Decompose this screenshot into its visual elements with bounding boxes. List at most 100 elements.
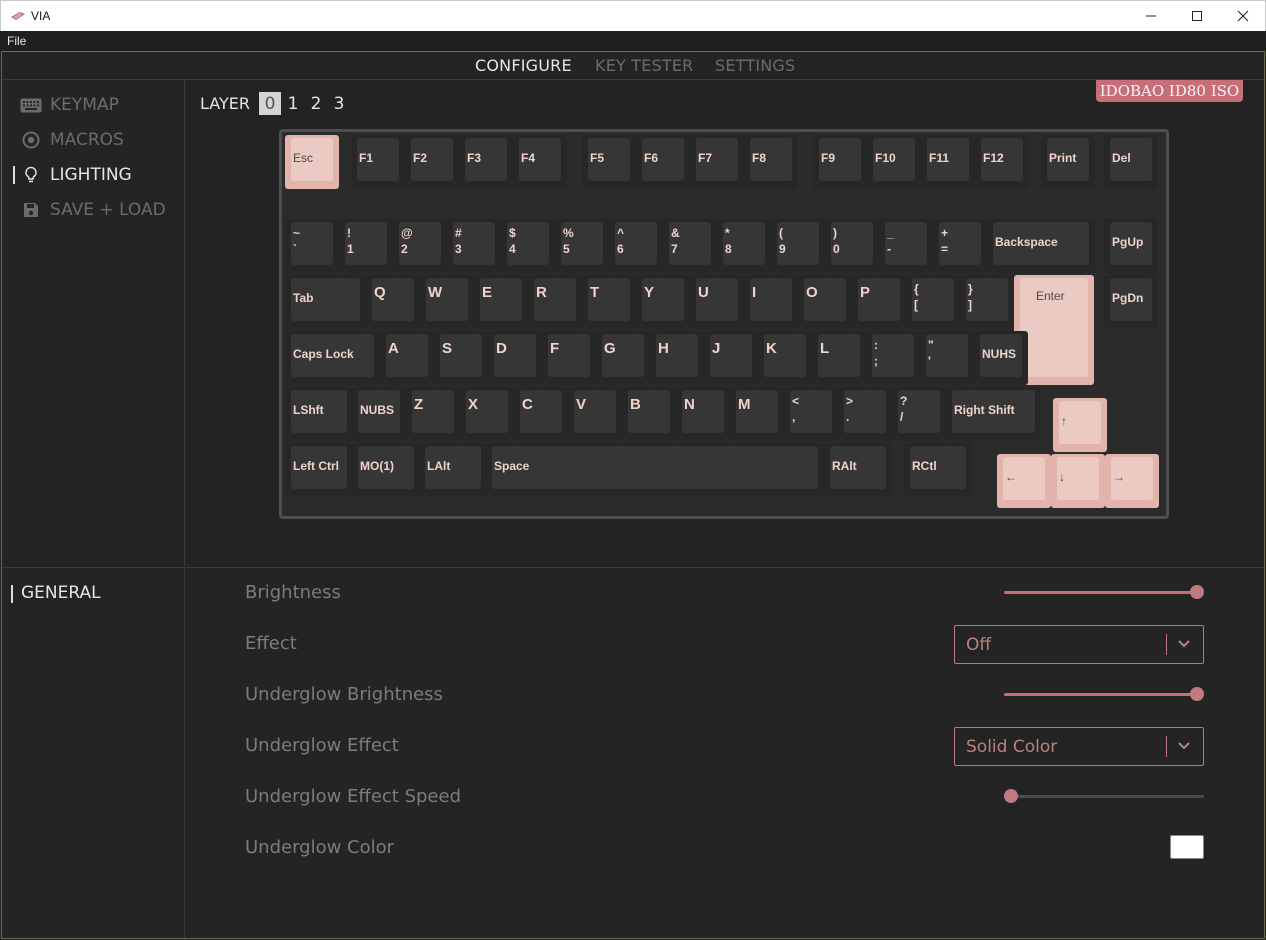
key-p[interactable]: P <box>852 275 906 329</box>
underglow-effect-select[interactable]: Solid Color <box>954 727 1204 766</box>
slider-thumb[interactable] <box>1190 687 1204 701</box>
key-v[interactable]: V <box>568 387 622 441</box>
key-f4[interactable]: F4 <box>513 135 567 189</box>
key-3[interactable]: # 3 <box>447 219 501 273</box>
key-lalt[interactable]: LAlt <box>419 443 487 497</box>
key-ralt[interactable]: RAlt <box>824 443 892 497</box>
close-button[interactable] <box>1220 1 1266 31</box>
key-nubs[interactable]: NUBS <box>352 387 406 441</box>
menu-item-lighting[interactable]: LIGHTING <box>20 163 132 187</box>
key-f1[interactable]: F1 <box>351 135 405 189</box>
key-a[interactable]: A <box>380 331 434 385</box>
key-esc[interactable]: Esc <box>285 135 339 189</box>
menu-item-keymap[interactable]: KEYMAP <box>20 93 119 117</box>
tab-configure[interactable]: CONFIGURE <box>475 56 572 75</box>
key-8[interactable]: * 8 <box>717 219 771 273</box>
key-5[interactable]: % 5 <box>555 219 609 273</box>
key-symbol[interactable]: < , <box>784 387 838 441</box>
key-9[interactable]: ( 9 <box>771 219 825 273</box>
effect-select[interactable]: Off <box>954 625 1204 664</box>
key-f5[interactable]: F5 <box>582 135 636 189</box>
key-z[interactable]: Z <box>406 387 460 441</box>
key-symbol[interactable]: " ' <box>920 331 974 385</box>
key-symbol[interactable]: ? / <box>892 387 946 441</box>
key-g[interactable]: G <box>596 331 650 385</box>
key-f8[interactable]: F8 <box>744 135 798 189</box>
key-d[interactable]: D <box>488 331 542 385</box>
underglow-effect-speed-slider[interactable] <box>1004 789 1204 805</box>
key-l[interactable]: L <box>812 331 866 385</box>
key-k[interactable]: K <box>758 331 812 385</box>
key-x[interactable]: X <box>460 387 514 441</box>
key-f6[interactable]: F6 <box>636 135 690 189</box>
key-f11[interactable]: F11 <box>921 135 975 189</box>
key-2[interactable]: @ 2 <box>393 219 447 273</box>
key-f2[interactable]: F2 <box>405 135 459 189</box>
key-f10[interactable]: F10 <box>867 135 921 189</box>
key-tab[interactable]: Tab <box>285 275 366 329</box>
tab-settings[interactable]: SETTINGS <box>715 56 795 75</box>
key-symbol[interactable]: _ - <box>879 219 933 273</box>
key-left-ctrl[interactable]: Left Ctrl <box>285 443 353 497</box>
key-6[interactable]: ^ 6 <box>609 219 663 273</box>
key-symbol[interactable]: ← <box>997 454 1051 508</box>
key-c[interactable]: C <box>514 387 568 441</box>
key-r[interactable]: R <box>528 275 582 329</box>
key-m[interactable]: M <box>730 387 784 441</box>
key-right-shift[interactable]: Right Shift <box>946 387 1041 441</box>
key-y[interactable]: Y <box>636 275 690 329</box>
key-7[interactable]: & 7 <box>663 219 717 273</box>
layer-2-button[interactable]: 2 <box>305 92 327 115</box>
key-1[interactable]: ! 1 <box>339 219 393 273</box>
key-del[interactable]: Del <box>1104 135 1158 189</box>
key-symbol[interactable]: } ] <box>960 275 1014 329</box>
key-0[interactable]: ) 0 <box>825 219 879 273</box>
key-n[interactable]: N <box>676 387 730 441</box>
underglow-brightness-slider[interactable] <box>1004 687 1204 703</box>
key-mo-1[interactable]: MO(1) <box>352 443 420 497</box>
key-symbol[interactable]: { [ <box>906 275 960 329</box>
key-b[interactable]: B <box>622 387 676 441</box>
key-t[interactable]: T <box>582 275 636 329</box>
underglow-color-swatch[interactable] <box>1170 835 1204 859</box>
key-symbol[interactable]: : ; <box>866 331 920 385</box>
key-pgdn[interactable]: PgDn <box>1104 275 1158 329</box>
menu-file[interactable]: File <box>7 34 26 48</box>
key-f9[interactable]: F9 <box>813 135 867 189</box>
key-f3[interactable]: F3 <box>459 135 513 189</box>
slider-thumb[interactable] <box>1190 585 1204 599</box>
key-symbol[interactable]: ↑ <box>1053 398 1107 452</box>
key-i[interactable]: I <box>744 275 798 329</box>
minimize-button[interactable] <box>1128 1 1174 31</box>
key-symbol[interactable]: > . <box>838 387 892 441</box>
key-4[interactable]: $ 4 <box>501 219 555 273</box>
key-w[interactable]: W <box>420 275 474 329</box>
key-space[interactable]: Space <box>486 443 824 497</box>
key-rctl[interactable]: RCtl <box>904 443 972 497</box>
key-backspace[interactable]: Backspace <box>987 219 1095 273</box>
menu-item-save-load[interactable]: SAVE + LOAD <box>20 198 166 222</box>
key-caps-lock[interactable]: Caps Lock <box>285 331 380 385</box>
key-symbol[interactable]: → <box>1105 454 1159 508</box>
key-h[interactable]: H <box>650 331 704 385</box>
key-q[interactable]: Q <box>366 275 420 329</box>
key-nuhs[interactable]: NUHS <box>974 331 1028 385</box>
key-f12[interactable]: F12 <box>975 135 1029 189</box>
layer-3-button[interactable]: 3 <box>328 92 350 115</box>
key-lshft[interactable]: LShft <box>285 387 353 441</box>
key-symbol[interactable]: ~ ` <box>285 219 339 273</box>
key-symbol[interactable]: ↓ <box>1051 454 1105 508</box>
key-f7[interactable]: F7 <box>690 135 744 189</box>
layer-0-button[interactable]: 0 <box>259 92 281 115</box>
key-u[interactable]: U <box>690 275 744 329</box>
key-print[interactable]: Print <box>1041 135 1095 189</box>
menu-item-macros[interactable]: MACROS <box>20 128 124 152</box>
key-j[interactable]: J <box>704 331 758 385</box>
key-e[interactable]: E <box>474 275 528 329</box>
key-symbol[interactable]: + = <box>933 219 987 273</box>
maximize-button[interactable] <box>1174 1 1220 31</box>
key-f[interactable]: F <box>542 331 596 385</box>
key-s[interactable]: S <box>434 331 488 385</box>
key-pgup[interactable]: PgUp <box>1104 219 1158 273</box>
layer-1-button[interactable]: 1 <box>282 92 304 115</box>
